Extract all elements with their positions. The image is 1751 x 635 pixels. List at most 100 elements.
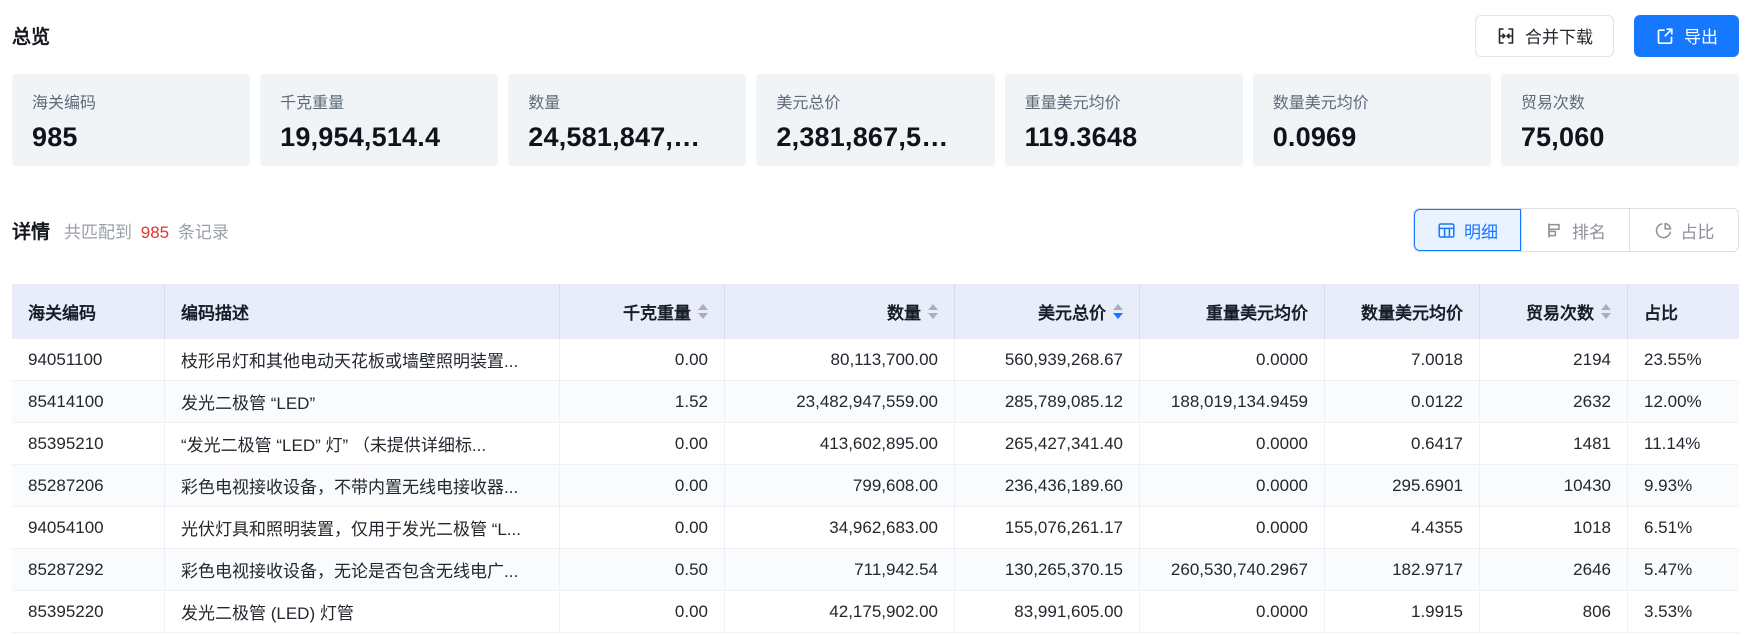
view-tab-ranking[interactable]: 排名 [1522,209,1630,251]
stat-card-label: 海关编码 [32,89,230,113]
cell-usd-avg-weight: 0.0000 [1140,507,1325,548]
cell-usd-total: 285,789,085.12 [955,381,1140,422]
view-tab-share[interactable]: 占比 [1630,209,1738,251]
cell-description: 彩色电视接收设备，无论是否包含无线电广... [165,549,560,590]
table-row: 94054100光伏灯具和照明装置，仅用于发光二极管 “L...0.0034,9… [12,507,1739,549]
page-title: 总览 [12,22,50,49]
cell-usd-avg-qty: 0.0122 [1325,381,1480,422]
sort-icon [928,304,938,319]
column-label: 千克重量 [623,299,691,324]
cell-kg-weight: 0.00 [560,423,725,464]
table-row: 85395220发光二极管 (LED) 灯管0.0042,175,902.008… [12,591,1739,633]
stat-card-label: 美元总价 [776,89,974,113]
cell-usd-avg-qty: 0.6417 [1325,423,1480,464]
cell-kg-weight: 0.00 [560,465,725,506]
cell-description: 发光二极管 “LED” [165,381,560,422]
cell-usd-avg-qty: 4.4355 [1325,507,1480,548]
cell-kg-weight: 0.00 [560,591,725,632]
stat-card-value: 2,381,867,5… [776,122,974,153]
stat-card: 海关编码 985 [12,74,250,166]
cell-trade-count: 806 [1480,591,1628,632]
cell-trade-count: 10430 [1480,465,1628,506]
column-header-description: 编码描述 [165,284,560,339]
sort-icon [1601,304,1611,319]
view-tabs: 明细 排名占比 [1413,208,1739,252]
cell-share: 23.55% [1628,339,1739,380]
topbar: 总览 合并下载 导出 [12,0,1739,57]
table-header: 海关编码 编码描述 千克重量 数量美元总价重量美元均价数量美元均价 贸易次数 占比 [12,284,1739,339]
cell-trade-count: 2194 [1480,339,1628,380]
column-header-hs-code: 海关编码 [12,284,165,339]
cell-quantity: 42,175,902.00 [725,591,955,632]
cell-kg-weight: 0.00 [560,507,725,548]
details-left: 详情 共匹配到 985 条记录 [12,217,229,244]
table-row: 85287206彩色电视接收设备，不带内置无线电接收器...0.00799,60… [12,465,1739,507]
stat-card: 数量美元均价 0.0969 [1253,74,1491,166]
cell-usd-avg-qty: 7.0018 [1325,339,1480,380]
cell-description: 光伏灯具和照明装置，仅用于发光二极管 “L... [165,507,560,548]
sort-icon [698,304,708,319]
export-button[interactable]: 导出 [1634,15,1739,57]
cell-usd-total: 265,427,341.40 [955,423,1140,464]
stat-card-label: 数量美元均价 [1273,89,1471,113]
stat-card: 重量美元均价 119.3648 [1005,74,1243,166]
cell-usd-total: 83,991,605.00 [955,591,1140,632]
details-bar: 详情 共匹配到 985 条记录 明细 排名占比 [12,208,1739,252]
cell-hs-code: 85414100 [12,381,165,422]
view-tab-detail[interactable]: 明细 [1414,209,1522,251]
cell-usd-avg-qty: 295.6901 [1325,465,1480,506]
cell-hs-code: 85395210 [12,423,165,464]
cell-usd-avg-qty: 1.9915 [1325,591,1480,632]
ranking-icon [1545,221,1564,240]
cell-usd-total: 155,076,261.17 [955,507,1140,548]
cell-quantity: 23,482,947,559.00 [725,381,955,422]
matched-suffix: 条记录 [178,223,229,242]
view-tab-label: 排名 [1572,218,1606,243]
cell-description: “发光二极管 “LED” 灯” （未提供详细标... [165,423,560,464]
table-row: 85287292彩色电视接收设备，无论是否包含无线电广...0.50711,94… [12,549,1739,591]
table-body: 94051100枝形吊灯和其他电动天花板或墙壁照明装置...0.0080,113… [12,339,1739,633]
cell-usd-total: 236,436,189.60 [955,465,1140,506]
cell-usd-avg-weight: 0.0000 [1140,423,1325,464]
cell-hs-code: 85287292 [12,549,165,590]
cell-trade-count: 2646 [1480,549,1628,590]
export-label: 导出 [1684,23,1718,48]
column-header-trade-count[interactable]: 贸易次数 [1480,284,1628,339]
column-label: 编码描述 [181,299,249,324]
stat-card-value: 24,581,847,… [528,122,726,153]
column-label: 海关编码 [28,299,96,324]
details-title: 详情 [12,217,50,244]
stat-card-label: 重量美元均价 [1025,89,1223,113]
stat-card-label: 千克重量 [280,89,478,113]
column-header-kg-weight[interactable]: 千克重量 [560,284,725,339]
cell-usd-total: 560,939,268.67 [955,339,1140,380]
stat-card: 贸易次数 75,060 [1501,74,1739,166]
column-header-usd-avg-qty: 数量美元均价 [1325,284,1480,339]
column-header-share: 占比 [1628,284,1739,339]
stat-cards: 海关编码 985 千克重量 19,954,514.4 数量 24,581,847… [12,74,1739,166]
column-header-usd-avg-weight: 重量美元均价 [1140,284,1325,339]
matched-prefix: 共匹配到 [64,223,132,242]
page: 总览 合并下载 导出 [0,0,1751,635]
column-header-usd-total[interactable]: 美元总价 [955,284,1140,339]
sort-icon [1113,304,1123,319]
column-header-quantity[interactable]: 数量 [725,284,955,339]
table-row: 85414100发光二极管 “LED”1.5223,482,947,559.00… [12,381,1739,423]
stat-card: 美元总价 2,381,867,5… [756,74,994,166]
merge-download-button[interactable]: 合并下载 [1475,15,1614,57]
column-label: 贸易次数 [1526,299,1594,324]
cell-description: 彩色电视接收设备，不带内置无线电接收器... [165,465,560,506]
cell-share: 12.00% [1628,381,1739,422]
cell-kg-weight: 0.00 [560,339,725,380]
stat-card-value: 119.3648 [1025,122,1223,153]
pie-icon [1654,221,1673,240]
cell-hs-code: 94054100 [12,507,165,548]
cell-hs-code: 94051100 [12,339,165,380]
cell-kg-weight: 0.50 [560,549,725,590]
column-label: 占比 [1644,299,1678,324]
cell-description: 枝形吊灯和其他电动天花板或墙壁照明装置... [165,339,560,380]
stat-card-value: 985 [32,122,230,153]
cell-quantity: 413,602,895.00 [725,423,955,464]
merge-download-label: 合并下载 [1525,23,1593,48]
cell-hs-code: 85287206 [12,465,165,506]
